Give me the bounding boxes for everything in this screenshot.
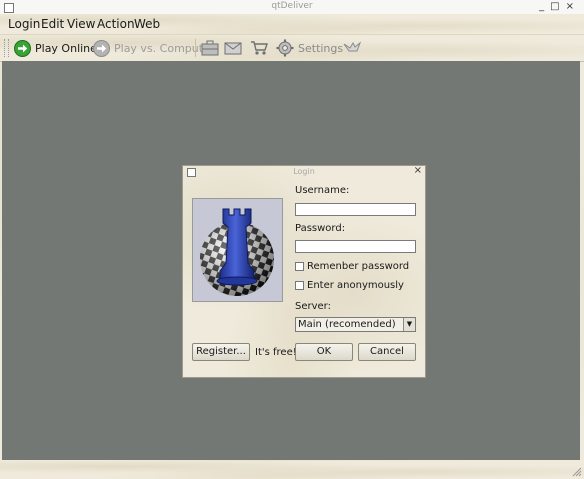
toolbar-grip[interactable] (4, 39, 9, 57)
menu-login[interactable]: Login (8, 17, 40, 31)
mail-icon (224, 42, 242, 54)
menu-view[interactable]: View (67, 17, 95, 31)
briefcase-button[interactable] (201, 38, 219, 58)
username-field[interactable] (295, 203, 416, 216)
remember-password-checkbox[interactable] (295, 262, 304, 271)
resize-grip-icon[interactable] (572, 467, 582, 477)
enter-anonymously-checkbox[interactable] (295, 281, 304, 290)
username-label: Username: (295, 185, 350, 196)
dialog-title: Login (293, 167, 315, 176)
close-icon[interactable]: × (414, 165, 422, 176)
dialog-title-bar: Login × (183, 165, 425, 179)
gear-icon (276, 39, 294, 57)
login-dialog: Login × Username: Password: Remenber pas… (182, 165, 426, 378)
cart-button[interactable] (250, 38, 268, 58)
play-computer-label: Play vs. Computer (114, 41, 215, 55)
window-title-bar: qtDeliver _□× (0, 0, 584, 15)
password-label: Password: (295, 223, 346, 234)
chess-logo (192, 198, 283, 302)
window-title: qtDeliver (271, 1, 313, 11)
arrow-right-icon (14, 39, 31, 57)
menu-edit[interactable]: Edit (41, 17, 64, 31)
toolbar: Play Online Play vs. Computer Settings (0, 34, 584, 62)
free-text: It's free! (255, 347, 297, 358)
arrow-right-icon (93, 39, 110, 57)
enter-anonymously-label[interactable]: Enter anonymously (307, 280, 404, 291)
status-bar (0, 461, 584, 479)
register-button[interactable]: Register... (192, 343, 250, 361)
password-field[interactable] (295, 240, 416, 253)
mail-button[interactable] (224, 38, 242, 58)
server-label: Server: (295, 301, 331, 312)
bird-button[interactable] (343, 38, 361, 58)
ok-button[interactable]: OK (295, 343, 353, 361)
close-icon[interactable]: × (566, 1, 580, 12)
cart-icon (251, 41, 268, 55)
cancel-button[interactable]: Cancel (358, 343, 416, 361)
menu-action[interactable]: Action (97, 17, 135, 31)
server-select-value: Main (recomended) (298, 319, 396, 330)
settings-button[interactable]: Settings (276, 38, 343, 58)
menu-bar: Login Edit View Action Web (0, 14, 584, 34)
chess-rook-icon (200, 208, 274, 296)
remember-password-label[interactable]: Remenber password (307, 261, 409, 272)
play-computer-button[interactable]: Play vs. Computer (93, 38, 214, 58)
window-controls: _□× (539, 1, 580, 12)
menu-web[interactable]: Web (134, 17, 160, 31)
briefcase-icon (201, 40, 219, 56)
play-online-button[interactable]: Play Online (14, 38, 97, 58)
server-select[interactable]: Main (recomended) ▼ (295, 317, 416, 332)
maximize-icon[interactable]: □ (550, 1, 565, 12)
settings-label: Settings (298, 41, 344, 55)
chevron-down-icon[interactable]: ▼ (403, 318, 415, 331)
play-online-label: Play Online (35, 41, 97, 55)
toolbar-separator (195, 39, 196, 57)
minimize-icon[interactable]: _ (539, 1, 550, 12)
bird-icon (343, 41, 361, 52)
